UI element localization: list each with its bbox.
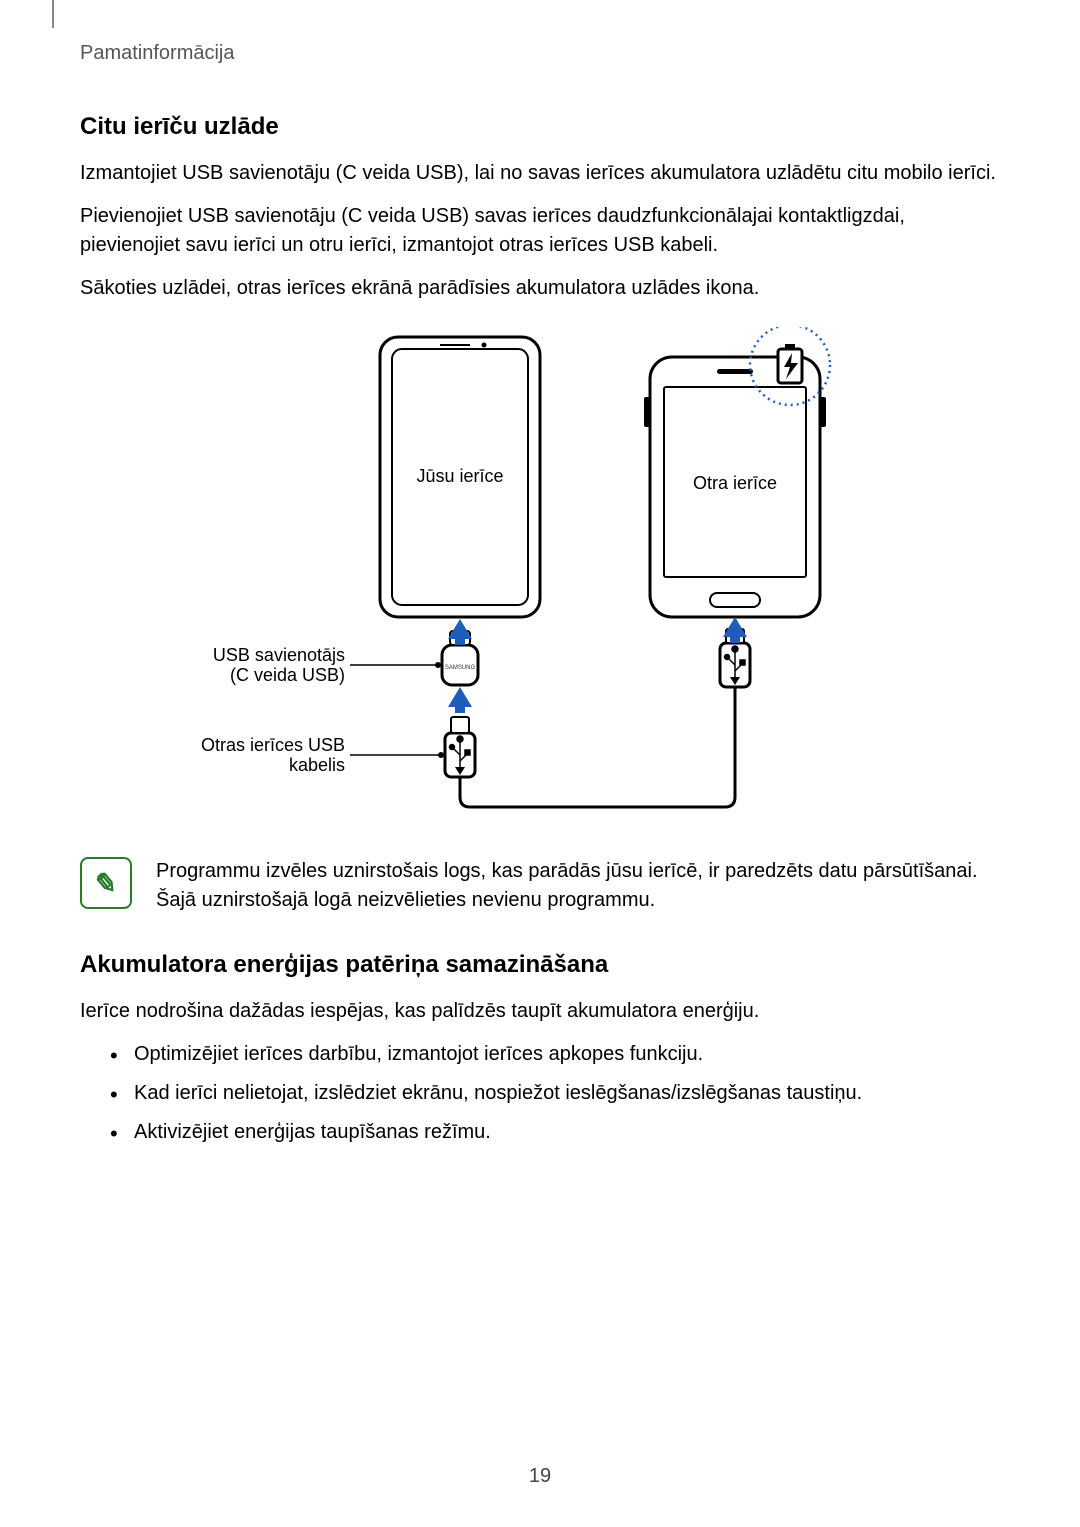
usb-cable-label-l1: Otras ierīces USB — [201, 735, 345, 755]
other-device-label: Otra ierīce — [693, 473, 777, 493]
leader-dot — [435, 662, 441, 668]
header-mark — [52, 0, 54, 28]
document-page: Pamatinformācija Citu ierīču uzlāde Izma… — [0, 0, 1080, 1518]
charging-diagram: Jūsu ierīce Otra ierīce SAMSUNG — [80, 327, 1000, 827]
arrow-up-stem — [455, 703, 465, 713]
side-button — [644, 397, 650, 427]
battery-icon-tip — [785, 344, 795, 350]
section-heading-charging: Citu ierīču uzlāde — [80, 113, 1000, 141]
list-item: Optimizējiet ierīces darbību, izmantojot… — [110, 1040, 1000, 1069]
note-block: ✎ Programmu izvēles uznirstošais logs, k… — [80, 857, 1000, 915]
paragraph: Sākoties uzlādei, otras ierīces ekrānā p… — [80, 274, 1000, 303]
usb-cable-path — [460, 687, 735, 807]
your-device-label: Jūsu ierīce — [416, 466, 503, 486]
speaker-slit — [717, 369, 753, 374]
usb-connector-label-l1: USB savienotājs — [213, 645, 345, 665]
usb-cable-label-l2: kabelis — [289, 755, 345, 775]
samsung-label: SAMSUNG — [445, 665, 476, 671]
charging-diagram-svg: Jūsu ierīce Otra ierīce SAMSUNG — [180, 327, 900, 827]
list-item: Aktivizējiet enerģijas taupīšanas režīmu… — [110, 1118, 1000, 1147]
home-button — [710, 593, 760, 607]
usb-cable-plug-tip — [451, 717, 469, 733]
paragraph: Izmantojiet USB savienotāju (C veida USB… — [80, 159, 1000, 188]
section-heading-battery: Akumulatora enerģijas patēriņa samazināš… — [80, 951, 1000, 979]
bullet-list: Optimizējiet ierīces darbību, izmantojot… — [80, 1040, 1000, 1147]
arrow-up-stem — [455, 635, 465, 645]
breadcrumb: Pamatinformācija — [80, 42, 1000, 65]
page-number: 19 — [0, 1465, 1080, 1488]
note-icon: ✎ — [80, 857, 132, 909]
paragraph: Ierīce nodrošina dažādas iespējas, kas p… — [80, 997, 1000, 1026]
note-icon-glyph: ✎ — [91, 867, 120, 900]
side-button — [820, 397, 826, 427]
camera-dot — [482, 343, 487, 348]
arrow-up-stem — [730, 633, 740, 643]
usb-connector-label-l2: (C veida USB) — [230, 665, 345, 685]
leader-dot — [438, 752, 444, 758]
note-text: Programmu izvēles uznirstošais logs, kas… — [156, 857, 1000, 915]
paragraph: Pievienojiet USB savienotāju (C veida US… — [80, 202, 1000, 260]
list-item: Kad ierīci nelietojat, izslēdziet ekrānu… — [110, 1079, 1000, 1108]
